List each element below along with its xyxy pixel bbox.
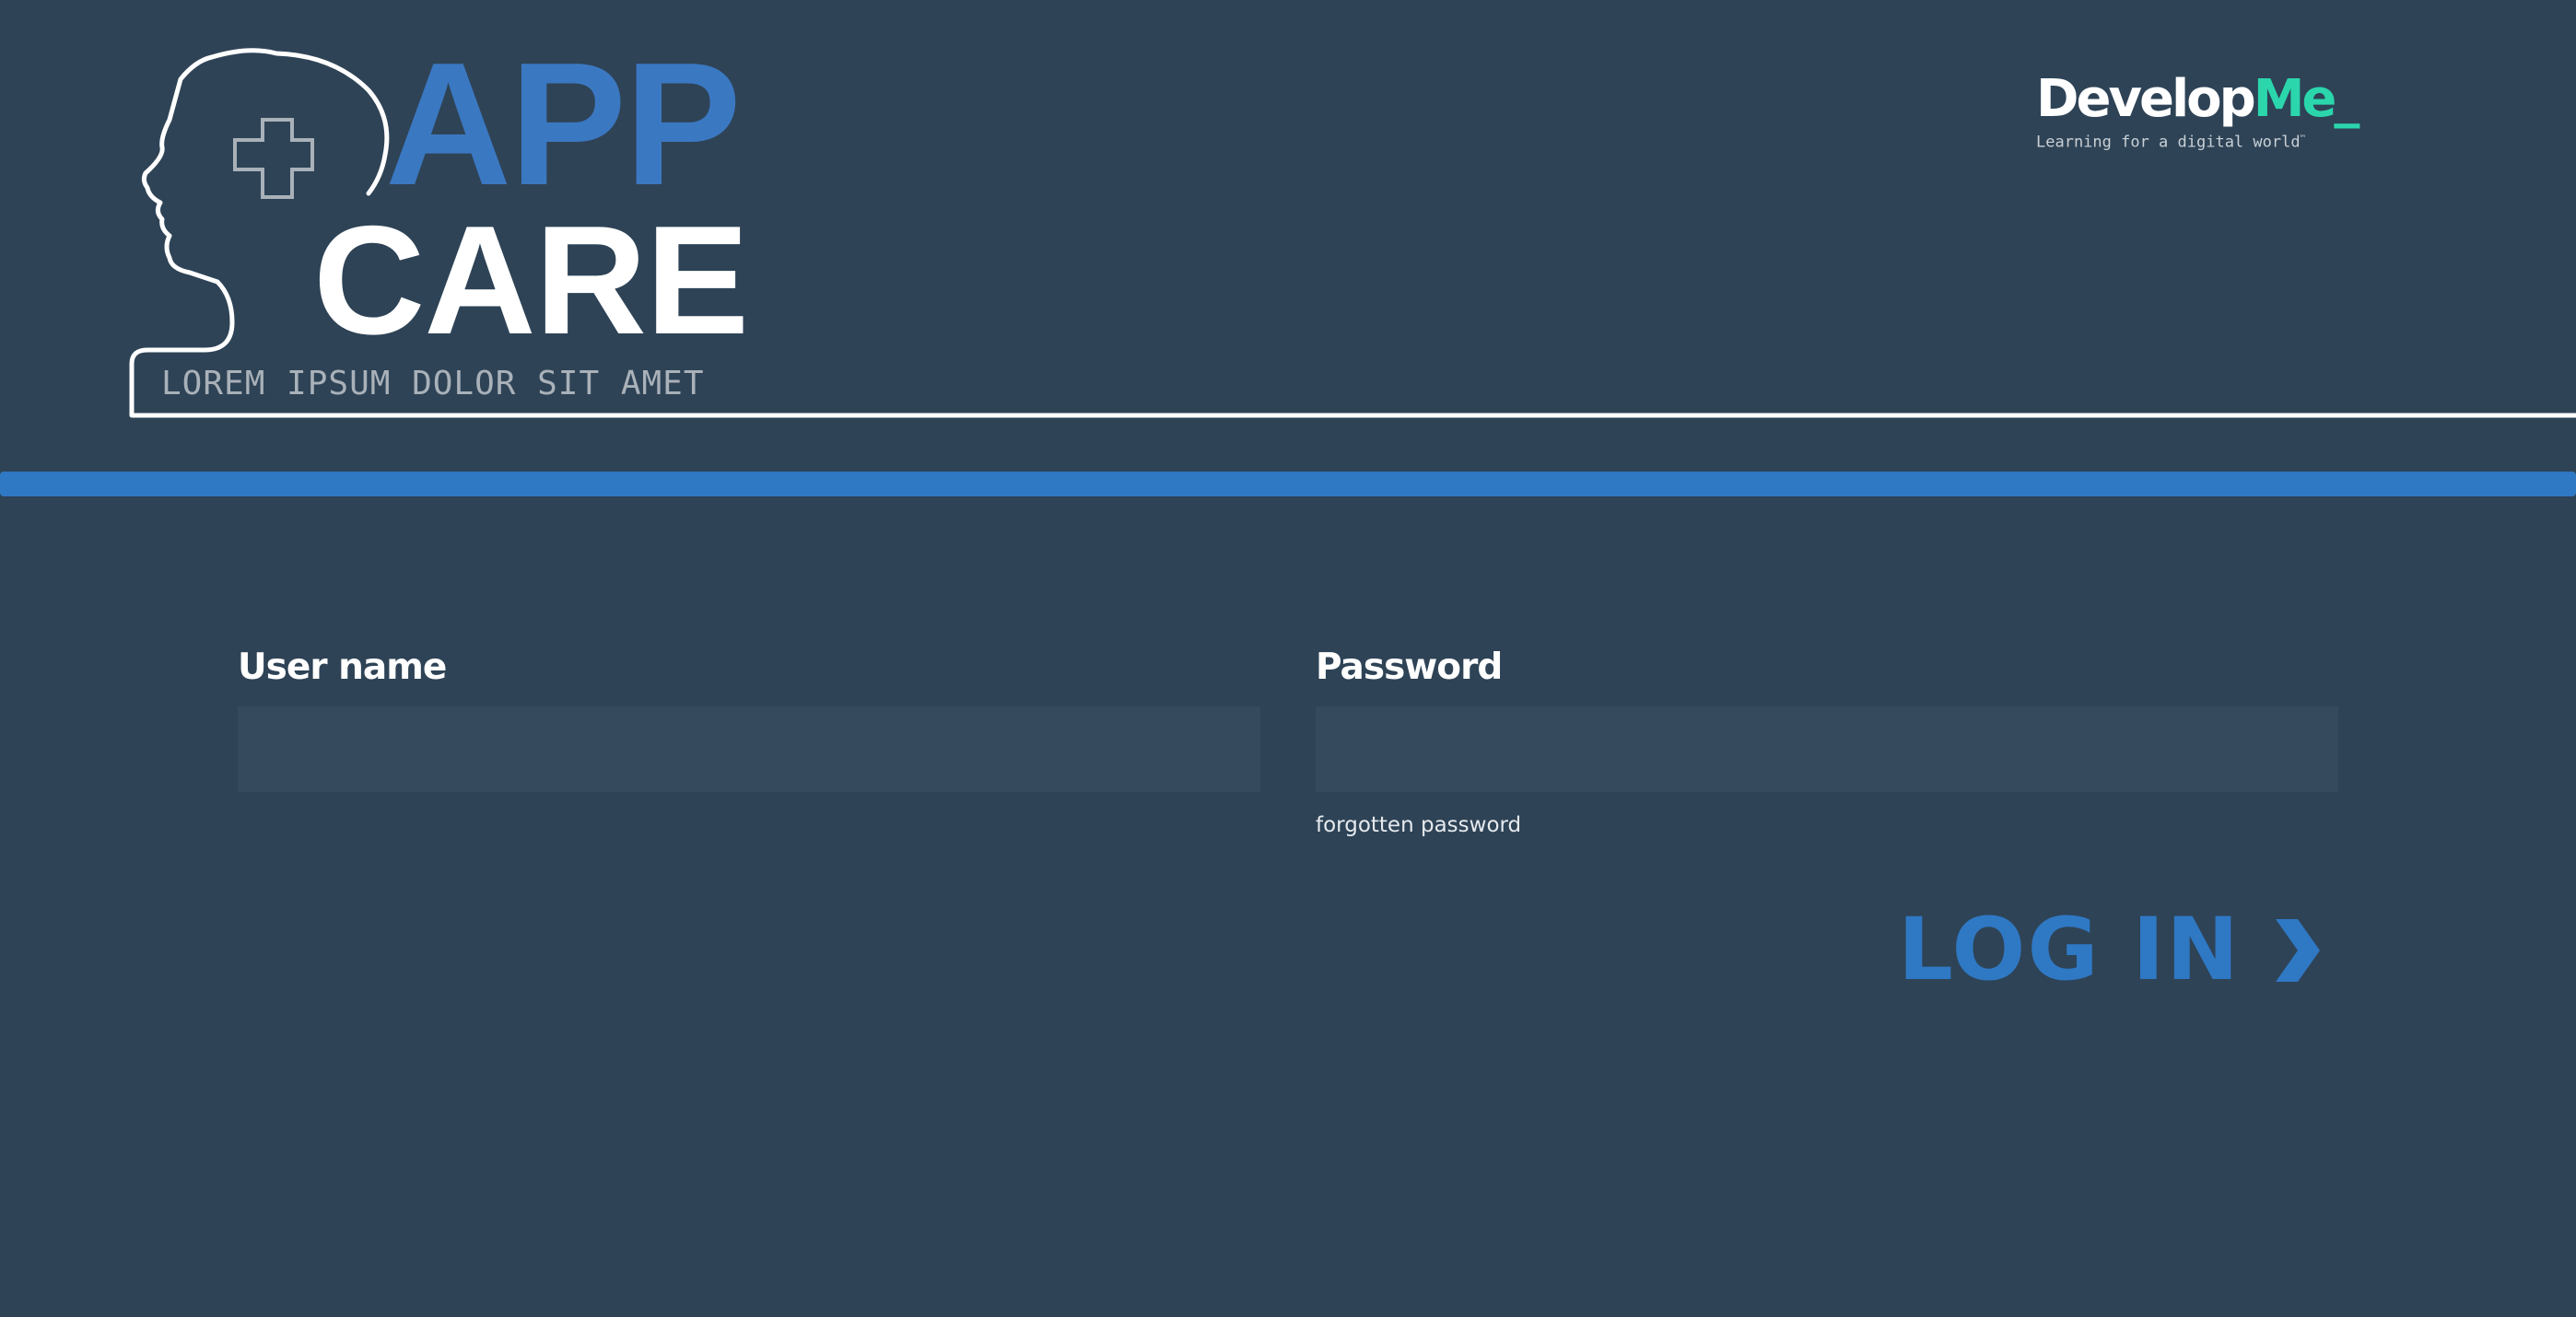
developme-brand: DevelopMe_ Learning for a digital world™	[2036, 69, 2359, 153]
login-button-label: LOG IN	[1898, 900, 2241, 1000]
logo-tagline: LOREM IPSUM DOLOR SIT AMET	[161, 365, 705, 402]
brand-name-main: Develop	[2036, 69, 2256, 129]
brand-subtitle: Learning for a digital world™	[2036, 129, 2349, 153]
password-input[interactable]	[1316, 706, 2338, 792]
chevron-right-icon	[2275, 919, 2320, 982]
login-button[interactable]: LOG IN	[1898, 904, 2324, 996]
username-field-group: User name	[238, 647, 1260, 792]
trademark-mark: ™	[2300, 134, 2305, 144]
username-label: User name	[238, 647, 447, 688]
app-care-logo: APP CARE LOREM IPSUM DOLOR SIT AMET	[0, 0, 2576, 433]
logo-care-text: CARE	[313, 193, 749, 367]
brand-name: DevelopMe_	[2036, 69, 2359, 129]
password-field-group: Password forgotten password	[1316, 647, 2338, 838]
forgotten-password-link[interactable]: forgotten password	[1316, 812, 1521, 838]
medical-cross-icon	[233, 118, 314, 199]
brand-subtitle-text: Learning for a digital world	[2036, 133, 2301, 152]
header-accent-band	[0, 472, 2576, 496]
logo-app-text: APP	[385, 27, 742, 222]
password-label: Password	[1316, 647, 1503, 688]
username-input[interactable]	[238, 706, 1260, 792]
brand-name-accent: Me_	[2253, 69, 2360, 129]
